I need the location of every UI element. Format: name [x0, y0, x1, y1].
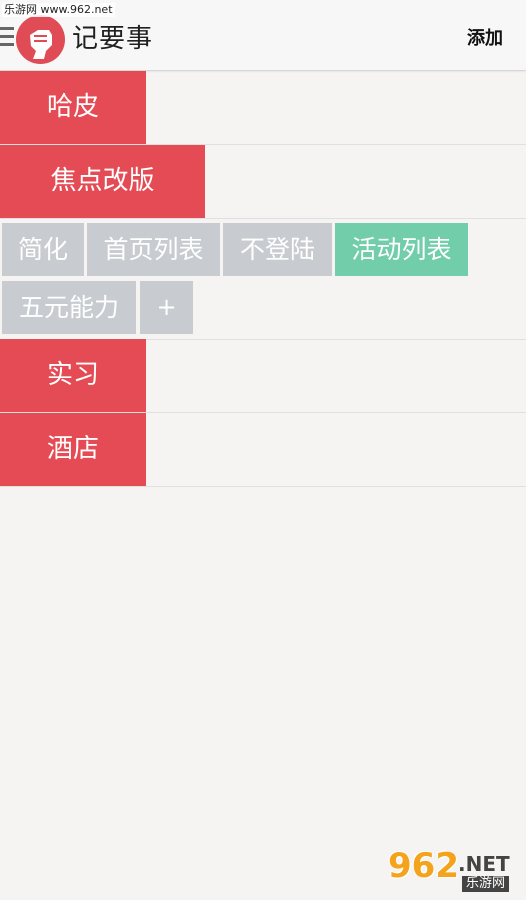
category-row: 酒店	[0, 413, 526, 487]
category-row: 哈皮	[0, 71, 526, 145]
tag-homepage-list[interactable]: 首页列表	[87, 223, 220, 276]
watermark-number: 962	[388, 846, 459, 886]
tags-row: 简化 首页列表 不登陆 活动列表 五元能力 +	[0, 219, 526, 340]
watermark-domain: .NET	[458, 852, 510, 876]
category-button-focus-redesign[interactable]: 焦点改版	[0, 145, 205, 218]
category-button-internship[interactable]: 实习	[0, 339, 146, 412]
category-button-hotel[interactable]: 酒店	[0, 413, 146, 486]
category-button-hapi[interactable]: 哈皮	[0, 71, 146, 144]
watermark-logo: 962 .NET 乐游网	[388, 846, 520, 894]
tag-activity-list[interactable]: 活动列表	[335, 223, 468, 276]
watermark-sub: 乐游网	[462, 876, 510, 892]
category-row: 实习	[0, 339, 526, 413]
add-button[interactable]: 添加	[467, 24, 503, 50]
fist-logo-icon	[16, 15, 65, 64]
app-title: 记要事	[72, 24, 154, 54]
watermark-top-text: 乐游网 www.962.net	[2, 3, 115, 17]
tag-five-yuan-ability[interactable]: 五元能力	[2, 281, 136, 334]
category-row: 焦点改版	[0, 145, 526, 219]
tag-no-login[interactable]: 不登陆	[223, 223, 332, 276]
menu-icon[interactable]	[0, 27, 14, 47]
add-tag-button[interactable]: +	[140, 281, 193, 334]
tag-simplify[interactable]: 简化	[2, 223, 84, 276]
